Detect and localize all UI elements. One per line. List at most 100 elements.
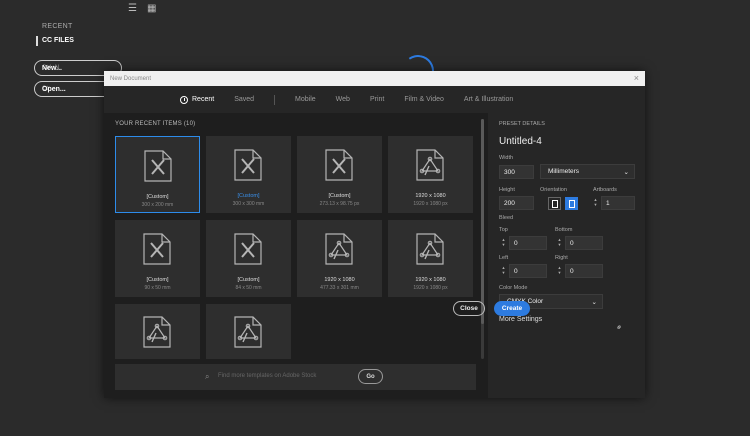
units-value: Millimeters xyxy=(548,168,580,175)
recent-item-card[interactable] xyxy=(206,304,291,359)
item-name: [Custom] xyxy=(237,277,260,283)
tab-art-illustration[interactable]: Art & Illustration xyxy=(464,96,513,103)
tab-print[interactable]: Print xyxy=(370,96,384,103)
orientation-label: Orientation xyxy=(540,187,567,193)
template-icon xyxy=(234,316,262,348)
dialog-title: New Document xyxy=(110,75,152,82)
width-field[interactable]: 300 xyxy=(499,165,534,179)
artboards-stepper[interactable]: ▲ ▼ xyxy=(593,197,598,207)
clock-icon xyxy=(180,95,188,104)
item-name: 1920 x 1080 xyxy=(324,277,355,283)
scrollbar-thumb[interactable] xyxy=(481,119,484,324)
bottom-field[interactable]: 0 xyxy=(565,236,603,250)
color-mode-label: Color Mode xyxy=(499,285,528,291)
scrollbar[interactable] xyxy=(481,119,484,359)
new-document-dialog: New Document × Recent Saved Mobile Web P… xyxy=(104,71,645,398)
item-size: 1920 x 1080 px xyxy=(413,285,448,291)
recent-items-heading: YOUR RECENT ITEMS (10) xyxy=(115,121,196,127)
artboard-icon xyxy=(234,233,262,265)
close-button[interactable]: Close xyxy=(453,301,485,316)
tab-saved[interactable]: Saved xyxy=(234,96,254,103)
template-icon xyxy=(143,316,171,348)
template-icon xyxy=(416,149,444,181)
item-name: [Custom] xyxy=(146,194,169,200)
document-name-field[interactable]: Untitled-4 xyxy=(499,136,542,147)
bottom-label: Bottom xyxy=(555,227,573,233)
right-field[interactable]: 0 xyxy=(565,264,603,278)
link-bleed-icon[interactable]: ⚭ xyxy=(614,322,625,333)
chevron-down-icon: ⌄ xyxy=(623,168,629,176)
list-view-icon[interactable]: ☰ xyxy=(128,4,137,14)
top-field[interactable]: 0 xyxy=(509,236,547,250)
portrait-orientation-icon[interactable] xyxy=(548,197,561,210)
item-size: 477.33 x 301 mm xyxy=(320,285,359,291)
new-button-label: New... xyxy=(42,64,62,72)
artboard-icon xyxy=(144,150,172,182)
top-stepper[interactable]: ▲ ▼ xyxy=(501,237,506,247)
view-toggle: ☰ ▦ xyxy=(128,4,156,14)
item-name: [Custom] xyxy=(146,277,169,283)
tab-divider xyxy=(274,94,276,105)
recent-item-card[interactable]: [Custom] 300 x 300 mm xyxy=(206,136,291,213)
recent-item-card[interactable]: [Custom] 273.13 x 98.75 px xyxy=(297,136,382,213)
item-size: 300 x 300 mm xyxy=(232,201,265,207)
create-button[interactable]: Create xyxy=(494,301,530,316)
preset-tabs: Recent Saved Mobile Web Print Film & Vid… xyxy=(104,86,645,113)
left-stepper[interactable]: ▲ ▼ xyxy=(501,265,506,275)
item-name: 1920 x 1080 xyxy=(415,193,446,199)
left-label: Left xyxy=(499,255,509,261)
tab-film-video[interactable]: Film & Video xyxy=(404,96,444,103)
recent-section-label: RECENT xyxy=(42,23,73,30)
item-size: 1920 x 1080 px xyxy=(413,201,448,207)
bleed-label: Bleed xyxy=(499,215,514,221)
template-icon xyxy=(416,233,444,265)
left-field[interactable]: 0 xyxy=(509,264,547,278)
artboards-label: Artboards xyxy=(593,187,617,193)
tab-label: Recent xyxy=(192,96,215,103)
recent-item-card[interactable]: [Custom] 90 x 50 mm xyxy=(115,220,200,297)
units-dropdown[interactable]: Millimeters ⌄ xyxy=(540,164,635,179)
artboard-icon xyxy=(325,149,353,181)
width-label: Width xyxy=(499,155,514,161)
artboard-icon xyxy=(234,149,262,181)
recent-item-card[interactable]: 1920 x 1080 477.33 x 301 mm xyxy=(297,220,382,297)
close-icon[interactable]: × xyxy=(634,74,639,83)
grid-view-icon[interactable]: ▦ xyxy=(147,4,156,14)
right-stepper[interactable]: ▲ ▼ xyxy=(557,265,562,275)
item-size: 300 x 200 mm xyxy=(141,202,174,208)
artboard-icon xyxy=(143,233,171,265)
item-name: 1920 x 1080 xyxy=(415,277,446,283)
tab-recent[interactable]: Recent xyxy=(180,95,215,104)
recent-item-card[interactable]: [Custom] 84 x 50 mm xyxy=(206,220,291,297)
item-size: 273.13 x 98.75 px xyxy=(319,201,360,207)
item-name: [Custom] xyxy=(328,193,351,199)
go-button[interactable]: Go xyxy=(358,369,383,384)
recent-item-card[interactable]: 1920 x 1080 1920 x 1080 px xyxy=(388,136,473,213)
item-size: 84 x 50 mm xyxy=(235,285,262,291)
dialog-titlebar: New Document × xyxy=(104,71,645,86)
template-icon xyxy=(325,233,353,265)
recent-item-card[interactable]: [Custom] 300 x 200 mm xyxy=(115,136,200,213)
chevron-down-icon: ⌄ xyxy=(591,298,597,306)
tab-mobile[interactable]: Mobile xyxy=(295,96,316,103)
search-input[interactable]: Find more templates on Adobe Stock xyxy=(218,373,316,379)
item-size: 90 x 50 mm xyxy=(144,285,171,291)
height-field[interactable]: 200 xyxy=(499,196,534,210)
bottom-stepper[interactable]: ▲ ▼ xyxy=(557,237,562,247)
landscape-orientation-icon[interactable] xyxy=(565,197,578,210)
recent-item-card[interactable]: 1920 x 1080 1920 x 1080 px xyxy=(388,220,473,297)
open-button-label: Open... xyxy=(42,85,66,93)
cc-files-link[interactable]: CC FILES xyxy=(36,36,74,46)
tab-web[interactable]: Web xyxy=(336,96,350,103)
recent-items-area: YOUR RECENT ITEMS (10) [Custom] 300 x 200… xyxy=(104,113,488,398)
top-label: Top xyxy=(499,227,508,233)
recent-items-grid: [Custom] 300 x 200 mm [Custom] 300 x 300 m… xyxy=(115,136,473,381)
more-settings-link[interactable]: More Settings xyxy=(499,316,542,323)
search-icon: ⌕ xyxy=(205,372,210,381)
artboards-field[interactable]: 1 xyxy=(601,196,635,210)
height-label: Height xyxy=(499,187,515,193)
preset-details-heading: PRESET DETAILS xyxy=(499,121,545,127)
stock-search-bar: ⌕ Find more templates on Adobe Stock Go xyxy=(115,364,476,390)
right-label: Right xyxy=(555,255,568,261)
recent-item-card[interactable] xyxy=(115,304,200,359)
